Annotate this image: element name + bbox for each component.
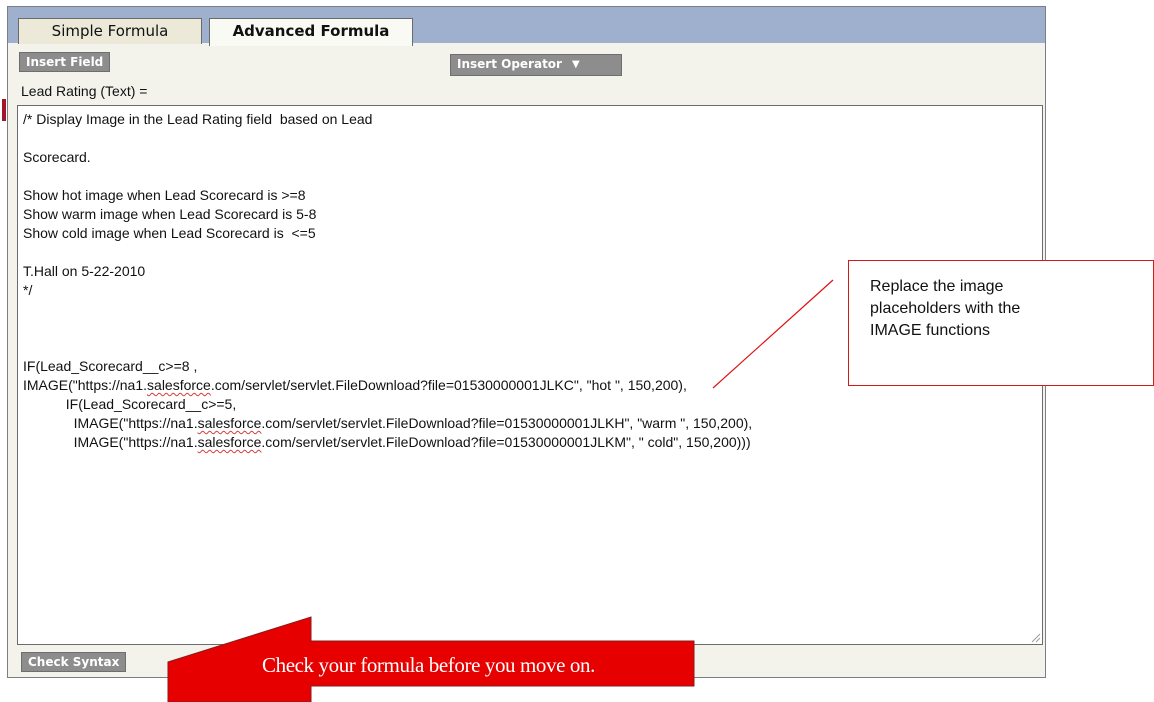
- callout-text-line: IMAGE functions: [870, 322, 991, 339]
- code-line: Show cold image when Lead Scorecard is <…: [23, 225, 316, 241]
- code-line: IMAGE("https://na1.salesforce.com/servle…: [23, 377, 687, 393]
- arrow-annotation-label: Check your formula before you move on.: [262, 653, 595, 677]
- insert-operator-button[interactable]: Insert Operator ▼: [450, 54, 622, 76]
- tab-bar: Simple Formula Advanced Formula: [8, 7, 1045, 46]
- resize-grip-icon[interactable]: [1029, 631, 1041, 643]
- insert-field-button[interactable]: Insert Field: [19, 52, 111, 72]
- code-line: Show warm image when Lead Scorecard is 5…: [23, 206, 317, 222]
- formula-code: /* Display Image in the Lead Rating fiel…: [23, 110, 752, 452]
- code-line: T.Hall on 5-22-2010: [23, 263, 146, 279]
- code-line: IF(Lead_Scorecard__c>=8 ,: [23, 358, 198, 374]
- code-line: IMAGE("https://na1.salesforce.com/servle…: [23, 434, 751, 450]
- tab-simple-formula[interactable]: Simple Formula: [18, 18, 202, 44]
- annotation-callout: Replace the image placeholders with the …: [848, 260, 1154, 386]
- code-line: IF(Lead_Scorecard__c>=5,: [23, 396, 237, 412]
- code-line: /* Display Image in the Lead Rating fiel…: [23, 111, 373, 127]
- code-line: */: [23, 282, 33, 298]
- code-line: IMAGE("https://na1.salesforce.com/servle…: [23, 415, 753, 431]
- callout-text-line: Replace the image: [870, 278, 1004, 295]
- insert-operator-label: Insert Operator: [457, 57, 562, 71]
- code-line: Show hot image when Lead Scorecard is >=…: [23, 187, 306, 203]
- line-marker: [2, 99, 6, 121]
- callout-text-line: placeholders with the: [870, 300, 1021, 317]
- tab-advanced-formula[interactable]: Advanced Formula: [209, 18, 413, 46]
- code-line: Scorecard.: [23, 149, 91, 165]
- check-syntax-button[interactable]: Check Syntax: [21, 652, 127, 672]
- field-label: Lead Rating (Text) =: [21, 83, 148, 99]
- chevron-down-icon: ▼: [571, 59, 580, 70]
